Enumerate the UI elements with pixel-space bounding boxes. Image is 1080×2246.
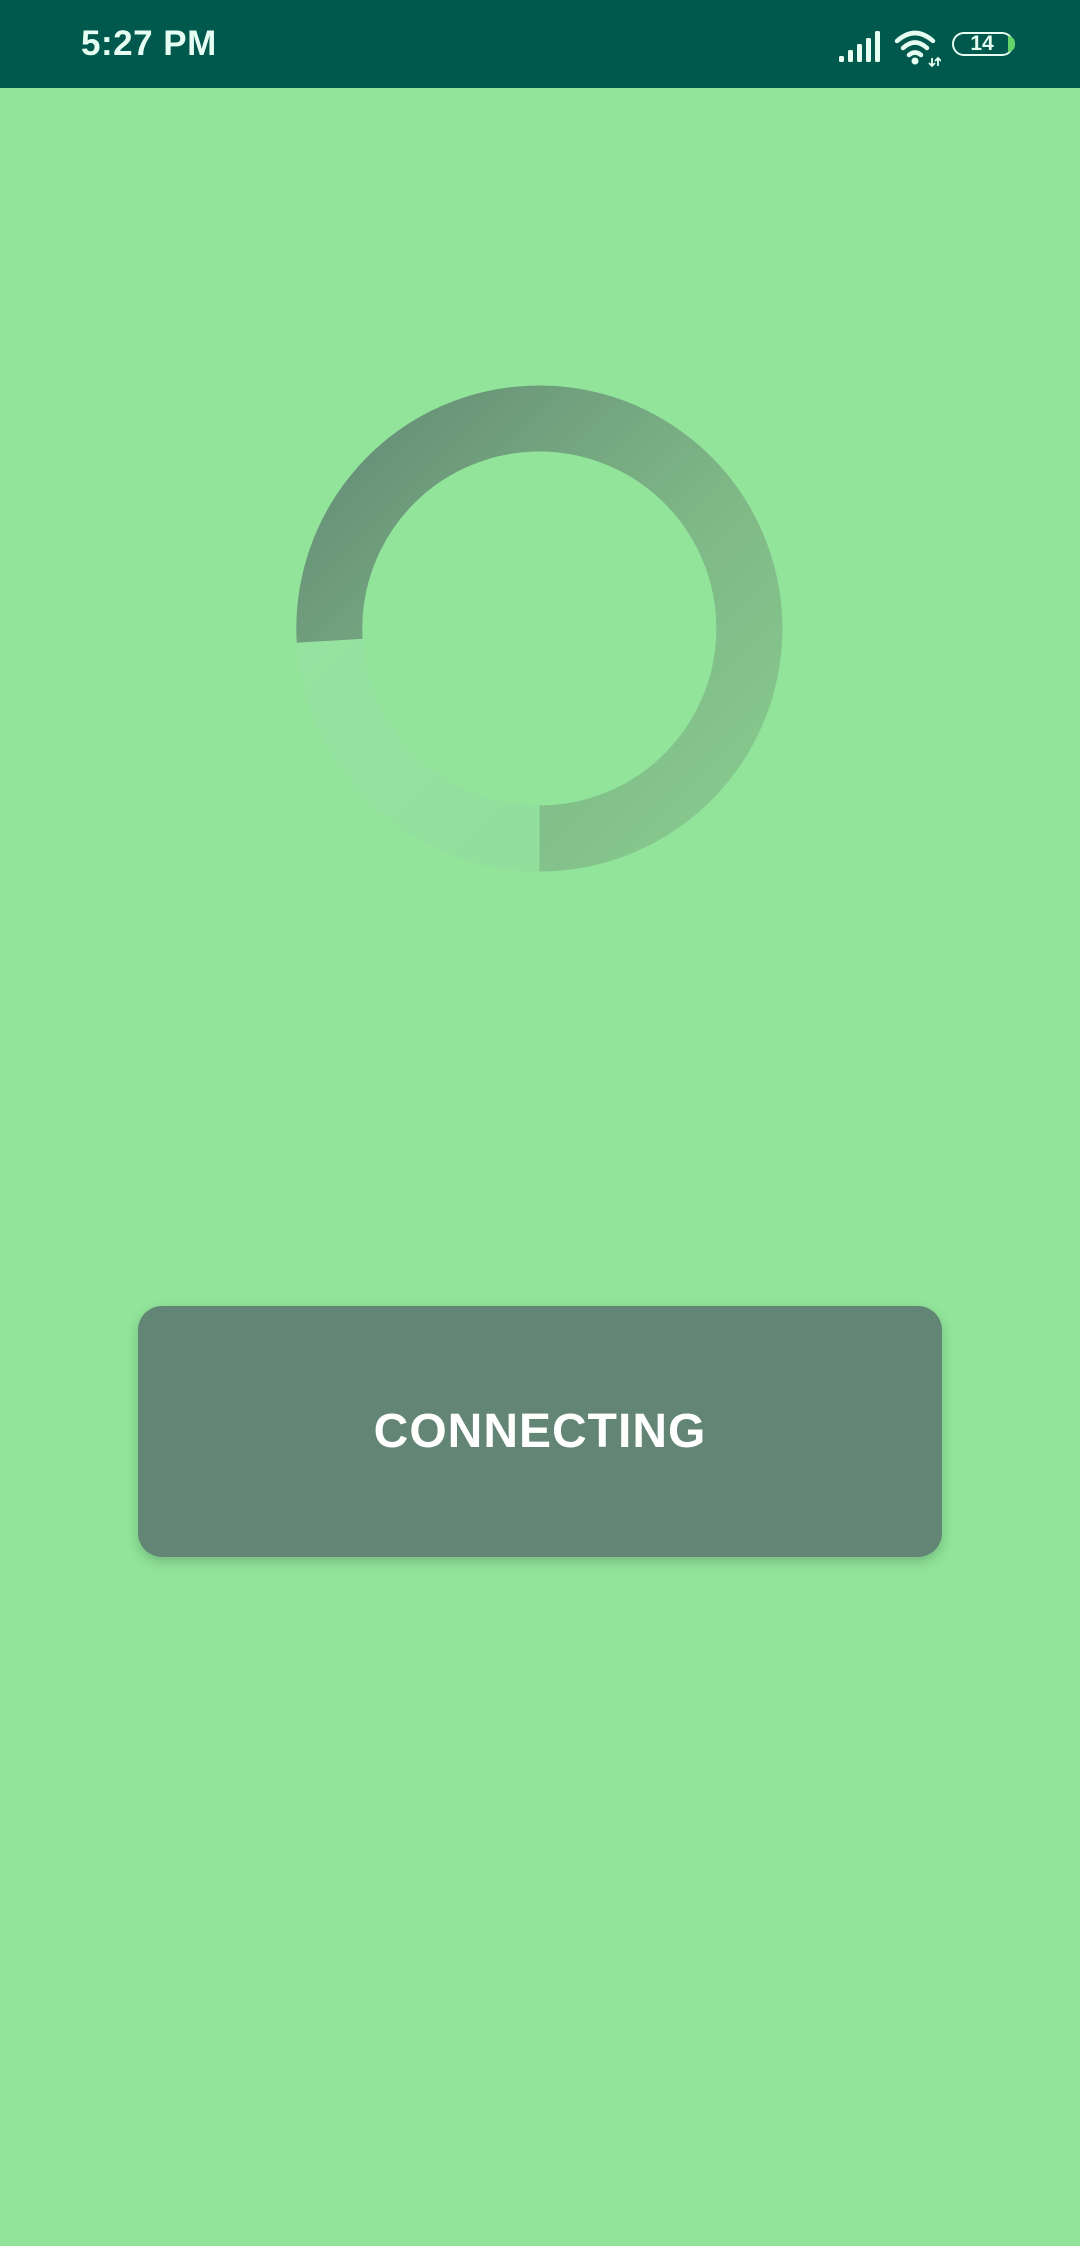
status-time: 5:27 PM [81, 24, 217, 63]
circular-progress-spinner [296, 385, 783, 872]
connect-button-label: CONNECTING [373, 1405, 707, 1458]
signal-icon [839, 31, 880, 62]
battery-icon: 14 [952, 32, 1019, 60]
battery-percentage: 14 [970, 32, 994, 55]
wifi-icon [894, 30, 941, 68]
connect-button[interactable]: CONNECTING [138, 1306, 942, 1557]
status-bar: 5:27 PM 14 [0, 0, 1080, 88]
